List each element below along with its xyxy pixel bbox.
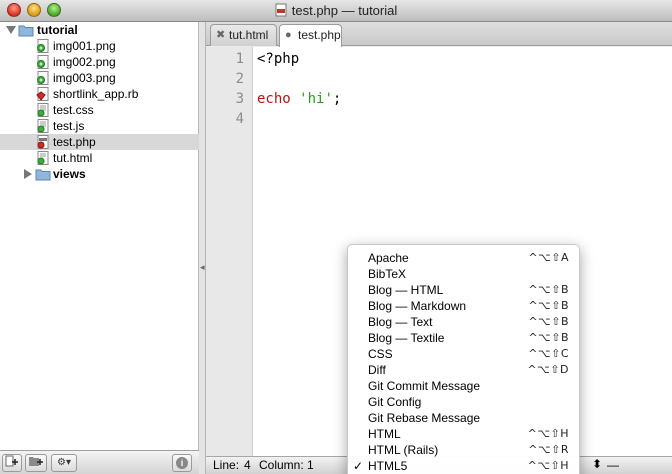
- tab-label: test.php: [298, 28, 341, 42]
- tab-size-stepper-icon[interactable]: ⬍: [592, 456, 602, 473]
- shortcut: ^⌥⇧A: [528, 251, 569, 264]
- tree-folder-views[interactable]: views: [0, 166, 199, 182]
- window-title: test.php — tutorial: [291, 3, 398, 18]
- line-number: 1: [235, 51, 244, 67]
- tab-label: tut.html: [229, 28, 269, 42]
- settings-menu-button[interactable]: ⚙▾: [51, 454, 77, 472]
- disclosure-triangle-icon[interactable]: [24, 169, 32, 179]
- file-label: img003.png: [53, 71, 116, 85]
- line-number: 3: [235, 91, 244, 107]
- menu-item-apache[interactable]: Apache ^⌥⇧A: [348, 250, 579, 266]
- close-tab-icon[interactable]: ✖: [216, 25, 225, 45]
- language-menu: Apache ^⌥⇧A BibTeX Blog — HTML ^⌥⇧B Blog…: [347, 244, 580, 474]
- string-literal: 'hi': [299, 91, 333, 107]
- menu-item-bibtex[interactable]: BibTeX: [348, 266, 579, 282]
- code-line-3: echo 'hi';: [257, 91, 341, 107]
- shortcut: ^⌥⇧B: [528, 283, 569, 296]
- line-number-gutter: 1 2 3 4: [206, 47, 253, 456]
- tree-root-folder[interactable]: tutorial: [0, 22, 199, 38]
- sidebar-splitter[interactable]: ◂: [199, 22, 206, 474]
- file-item[interactable]: img002.png: [0, 54, 199, 70]
- sidebar-footer: ⚙▾ i: [0, 450, 200, 474]
- window-title-wrap: test.php — tutorial: [0, 3, 672, 18]
- splitter-handle-icon[interactable]: ◂: [200, 262, 205, 273]
- file-item[interactable]: test.css: [0, 102, 199, 118]
- new-folder-icon: [29, 457, 43, 466]
- new-file-icon: [5, 455, 18, 467]
- line-value: 4: [244, 458, 251, 472]
- checkmark-icon: ✓: [353, 459, 364, 473]
- tab-bar: ✖ tut.html ● test.php: [206, 22, 672, 47]
- php-file-icon: [36, 135, 50, 149]
- menu-item-html[interactable]: HTML ^⌥⇧H: [348, 426, 579, 442]
- html-file-icon: [36, 151, 50, 165]
- shortcut: ^⌥⇧B: [528, 315, 569, 328]
- line-label: Line:: [213, 458, 240, 472]
- image-file-icon: [36, 39, 50, 53]
- gear-icon: ⚙▾: [57, 457, 71, 468]
- shortcut: ^⌥⇧H: [527, 459, 569, 472]
- menu-item-blog-markdown[interactable]: Blog — Markdown ^⌥⇧B: [348, 298, 579, 314]
- file-item[interactable]: test.js: [0, 118, 199, 134]
- menu-item-git-commit-message[interactable]: Git Commit Message: [348, 378, 579, 394]
- shortcut: ^⌥⇧C: [528, 347, 569, 360]
- shortcut: ^⌥⇧D: [527, 363, 569, 376]
- ruby-file-icon: [36, 87, 50, 101]
- language-selector[interactable]: —: [607, 457, 619, 474]
- file-label: test.js: [53, 119, 85, 133]
- php-document-icon[interactable]: [275, 3, 287, 17]
- file-label: img001.png: [53, 39, 116, 53]
- shortcut: ^⌥⇧H: [527, 427, 569, 440]
- code-line-1: <?php: [257, 51, 299, 67]
- folder-icon: [18, 23, 34, 37]
- folder-icon: [35, 167, 51, 181]
- info-icon: i: [176, 457, 188, 469]
- menu-item-html5[interactable]: ✓ HTML5 ^⌥⇧H: [348, 458, 579, 474]
- tab-tut-html[interactable]: ✖ tut.html: [210, 24, 277, 46]
- file-label: test.css: [53, 103, 94, 117]
- file-label: tut.html: [53, 151, 93, 165]
- file-label: img002.png: [53, 55, 116, 69]
- line-number: 2: [235, 71, 244, 87]
- folder-label: views: [53, 167, 86, 181]
- modified-dot-icon[interactable]: ●: [285, 25, 292, 45]
- file-item[interactable]: img001.png: [0, 38, 199, 54]
- root-folder-label: tutorial: [37, 23, 78, 37]
- image-file-icon: [36, 55, 50, 69]
- menu-item-blog-text[interactable]: Blog — Text ^⌥⇧B: [348, 314, 579, 330]
- line-number: 4: [235, 111, 244, 127]
- file-item[interactable]: shortlink_app.rb: [0, 86, 199, 102]
- menu-item-git-rebase-message[interactable]: Git Rebase Message: [348, 410, 579, 426]
- menu-item-diff[interactable]: Diff ^⌥⇧D: [348, 362, 579, 378]
- column-label: Column:: [259, 458, 304, 472]
- file-item[interactable]: tut.html: [0, 150, 199, 166]
- image-file-icon: [36, 71, 50, 85]
- title-bar: test.php — tutorial: [0, 0, 672, 22]
- menu-item-git-config[interactable]: Git Config: [348, 394, 579, 410]
- echo-keyword: echo: [257, 91, 291, 107]
- shortcut: ^⌥⇧R: [528, 443, 569, 456]
- project-sidebar: tutorial img001.png img002.png img003.pn…: [0, 22, 199, 450]
- menu-item-blog-textile[interactable]: Blog — Textile ^⌥⇧B: [348, 330, 579, 346]
- menu-item-blog-html[interactable]: Blog — HTML ^⌥⇧B: [348, 282, 579, 298]
- file-label: test.php: [53, 135, 96, 149]
- disclosure-triangle-icon[interactable]: [6, 26, 16, 34]
- file-label: shortlink_app.rb: [53, 87, 139, 101]
- php-open-tag: <?php: [257, 51, 300, 67]
- add-file-button[interactable]: [2, 454, 22, 472]
- add-folder-button[interactable]: [25, 454, 47, 472]
- shortcut: ^⌥⇧B: [528, 299, 569, 312]
- tab-test-php[interactable]: ● test.php: [279, 24, 342, 47]
- menu-item-css[interactable]: CSS ^⌥⇧C: [348, 346, 579, 362]
- js-file-icon: [36, 119, 50, 133]
- info-button[interactable]: i: [172, 454, 192, 472]
- menu-item-html-rails[interactable]: HTML (Rails) ^⌥⇧R: [348, 442, 579, 458]
- css-file-icon: [36, 103, 50, 117]
- shortcut: ^⌥⇧B: [528, 331, 569, 344]
- column-value: 1: [307, 458, 314, 472]
- file-item[interactable]: img003.png: [0, 70, 199, 86]
- semicolon: ;: [332, 91, 342, 107]
- file-item-selected[interactable]: test.php: [0, 134, 199, 150]
